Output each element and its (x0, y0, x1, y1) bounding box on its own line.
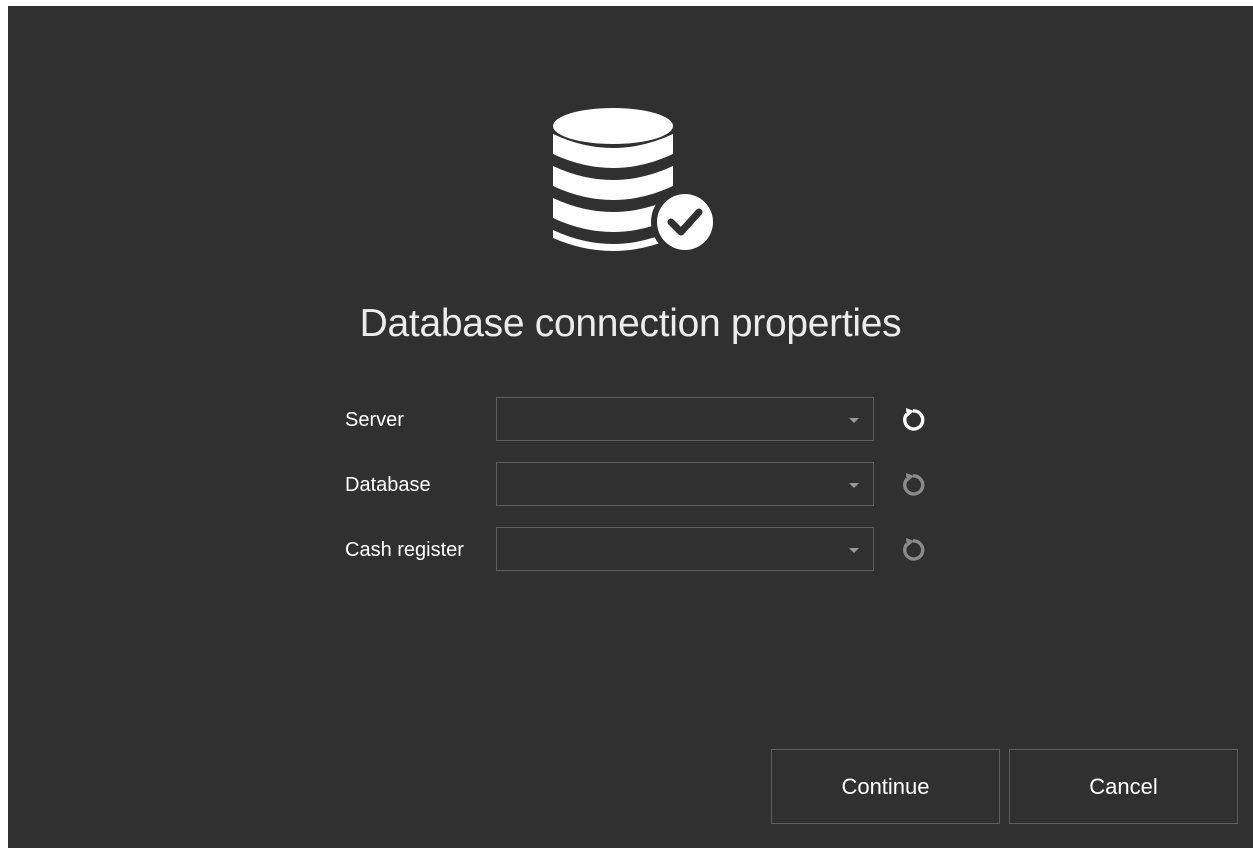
server-combobox[interactable] (496, 397, 874, 441)
cash-register-row: Cash register (345, 527, 945, 573)
dialog-title: Database connection properties (359, 302, 902, 345)
database-label: Database (345, 474, 431, 496)
cash-register-refresh-icon[interactable] (898, 535, 928, 565)
database-check-icon (553, 108, 713, 256)
server-refresh-icon[interactable] (898, 405, 928, 435)
chevron-down-icon[interactable] (849, 548, 859, 553)
continue-button[interactable]: Continue (771, 749, 1000, 824)
cash-register-combobox[interactable] (496, 527, 874, 571)
database-row: Database (345, 462, 945, 508)
cancel-button[interactable]: Cancel (1009, 749, 1238, 824)
database-combobox[interactable] (496, 462, 874, 506)
server-label: Server (345, 409, 404, 431)
chevron-down-icon[interactable] (849, 483, 859, 488)
chevron-down-icon[interactable] (849, 418, 859, 423)
database-refresh-icon[interactable] (898, 470, 928, 500)
cash-register-label: Cash register (345, 539, 464, 561)
server-row: Server (345, 397, 945, 443)
connection-dialog: Database connection properties Server Da… (8, 6, 1253, 848)
